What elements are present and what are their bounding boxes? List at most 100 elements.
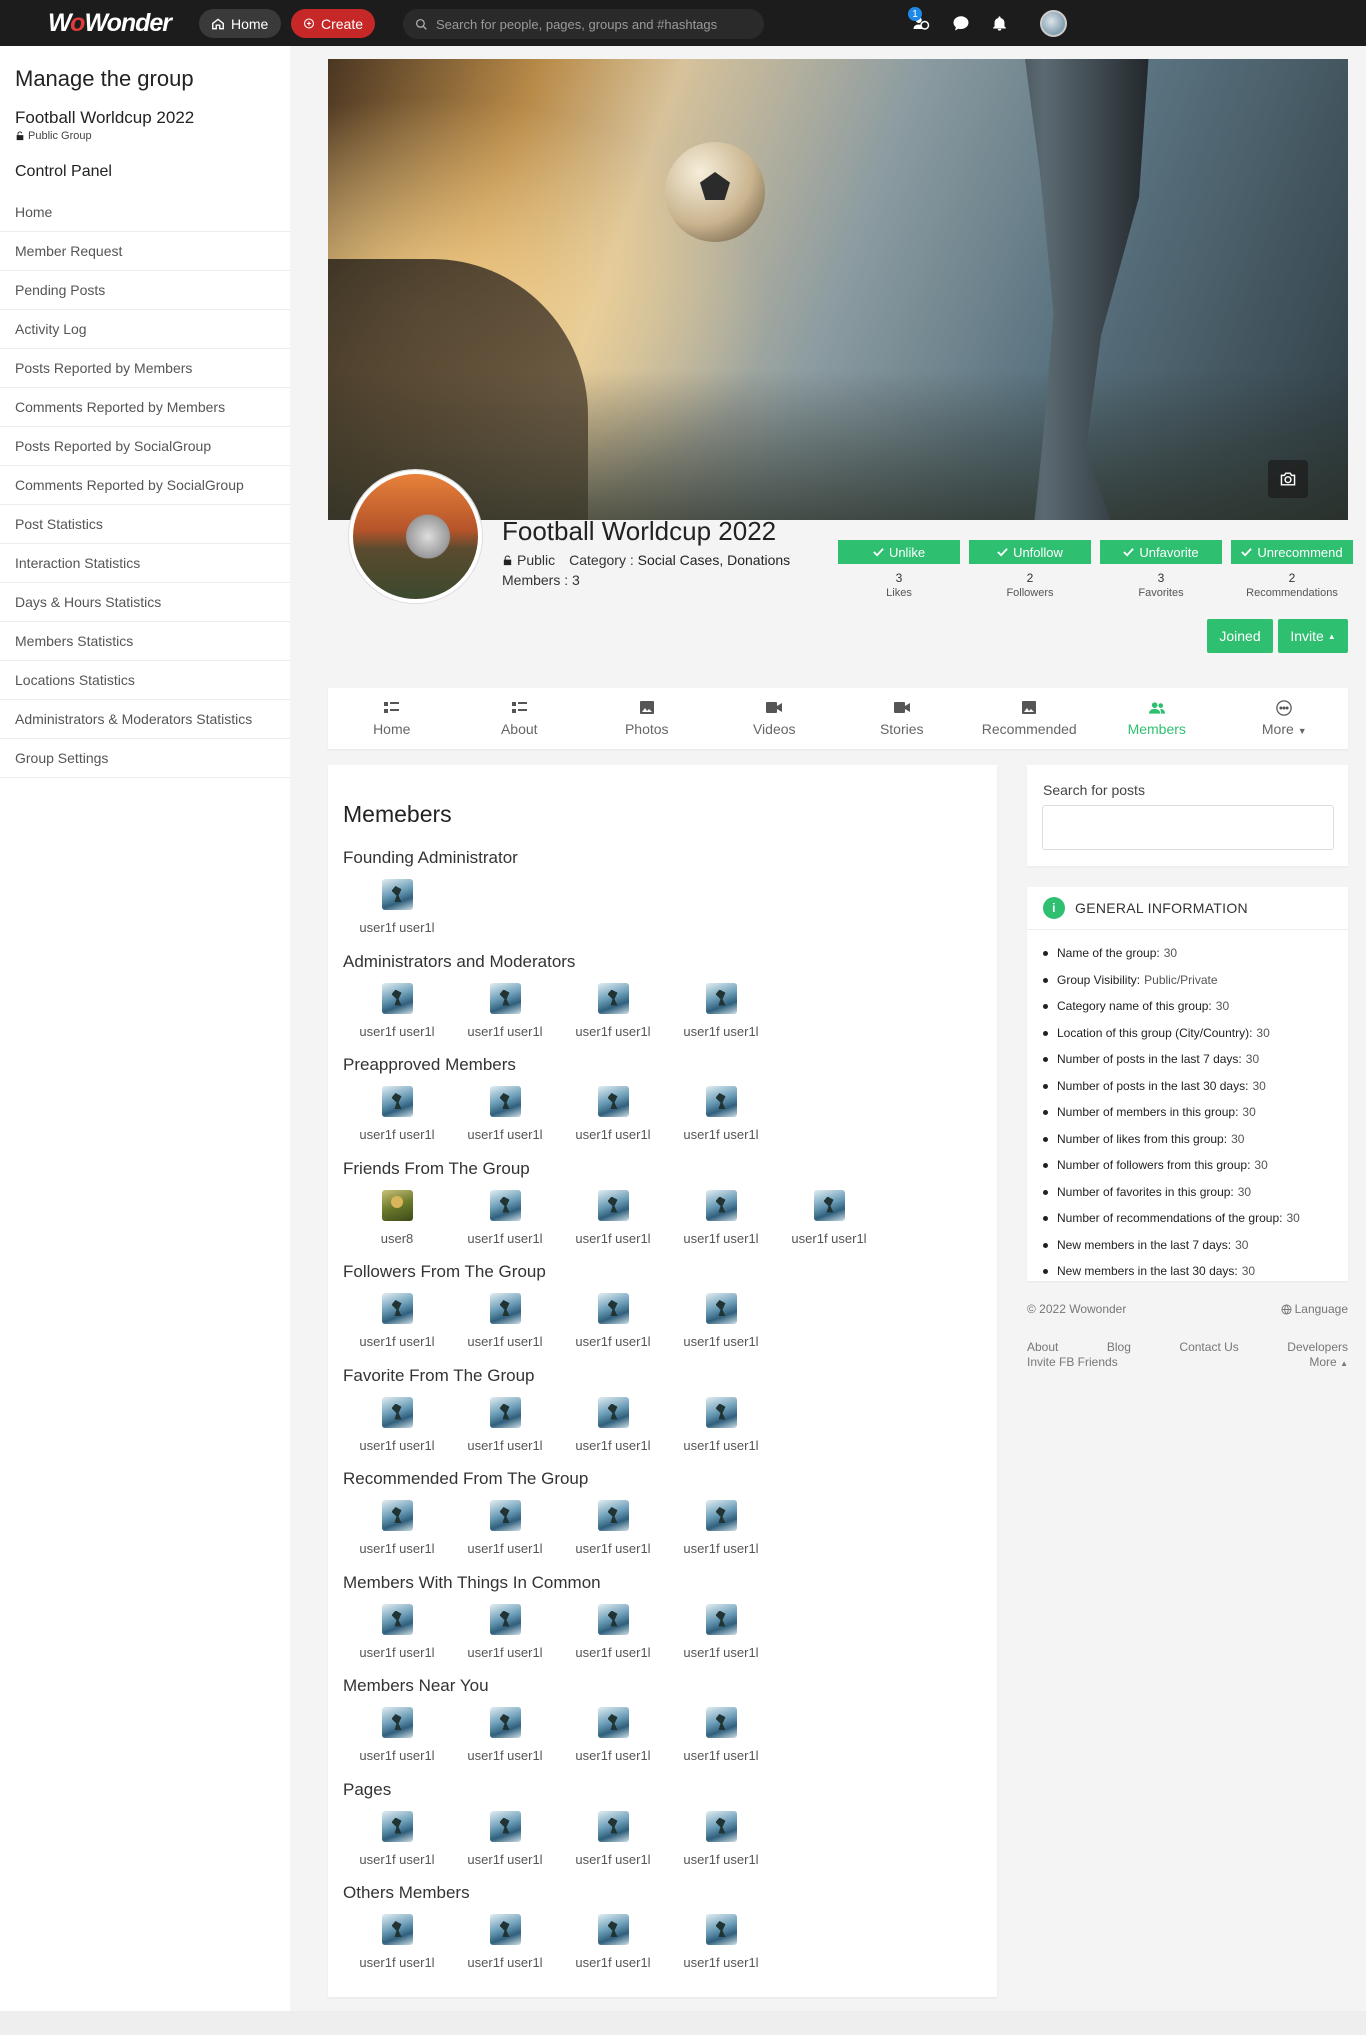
invite-button[interactable]: Invite ▲ xyxy=(1278,619,1348,653)
member-card[interactable]: user1f user1l xyxy=(343,1293,451,1349)
unfollow-button[interactable]: Unfollow xyxy=(969,540,1091,564)
member-avatar[interactable] xyxy=(489,1396,521,1428)
member-card[interactable]: user1f user1l xyxy=(343,1914,451,1970)
member-card[interactable]: user1f user1l xyxy=(343,1086,451,1142)
unrecommend-button[interactable]: Unrecommend xyxy=(1231,540,1353,564)
member-name[interactable]: user1f user1l xyxy=(451,1748,559,1763)
member-avatar[interactable] xyxy=(705,1500,737,1531)
member-name[interactable]: user1f user1l xyxy=(559,1748,667,1763)
sidebar-item-group-settings[interactable]: Group Settings xyxy=(0,739,290,778)
member-avatar[interactable] xyxy=(489,1707,521,1738)
member-avatar[interactable] xyxy=(381,1810,413,1842)
sidebar-item-post-statistics[interactable]: Post Statistics xyxy=(0,505,290,544)
member-name[interactable]: user1f user1l xyxy=(451,1334,559,1349)
member-avatar[interactable] xyxy=(597,982,629,1014)
tab-more[interactable]: More ▼ xyxy=(1221,688,1349,749)
member-avatar[interactable] xyxy=(597,1707,629,1738)
member-name[interactable]: user1f user1l xyxy=(559,1231,667,1246)
member-avatar[interactable] xyxy=(381,1189,413,1221)
member-avatar[interactable] xyxy=(597,1810,629,1842)
sidebar-item-members-statistics[interactable]: Members Statistics xyxy=(0,622,290,661)
member-avatar[interactable] xyxy=(705,1914,737,1945)
member-card[interactable]: user1f user1l xyxy=(559,1810,667,1867)
sidebar-item-home[interactable]: Home xyxy=(0,193,290,232)
member-avatar[interactable] xyxy=(381,1707,413,1738)
member-avatar[interactable] xyxy=(597,1603,629,1635)
member-card[interactable]: user1f user1l xyxy=(451,1603,559,1660)
member-card[interactable]: user8 xyxy=(343,1189,451,1246)
member-card[interactable]: user1f user1l xyxy=(343,1500,451,1556)
footer-link-about[interactable]: About xyxy=(1027,1340,1058,1354)
member-card[interactable]: user1f user1l xyxy=(343,1810,451,1867)
sidebar-item-posts-reported-socialgroup[interactable]: Posts Reported by SocialGroup xyxy=(0,427,290,466)
member-avatar[interactable] xyxy=(489,1914,521,1945)
member-avatar[interactable] xyxy=(381,982,413,1014)
avatar[interactable] xyxy=(1040,10,1067,37)
sidebar-item-comments-reported-socialgroup[interactable]: Comments Reported by SocialGroup xyxy=(0,466,290,505)
member-card[interactable]: user1f user1l xyxy=(559,1603,667,1660)
member-name[interactable]: user1f user1l xyxy=(451,1127,559,1142)
member-name[interactable]: user1f user1l xyxy=(667,1541,775,1556)
member-card[interactable]: user1f user1l xyxy=(559,1914,667,1970)
search-posts-input[interactable] xyxy=(1042,805,1334,850)
footer-link-blog[interactable]: Blog xyxy=(1107,1340,1131,1354)
member-name[interactable]: user1f user1l xyxy=(451,1852,559,1867)
member-name[interactable]: user1f user1l xyxy=(451,1955,559,1970)
sidebar-item-activity-log[interactable]: Activity Log xyxy=(0,310,290,349)
sidebar-item-admins-mods-statistics[interactable]: Administrators & Moderators Statistics xyxy=(0,700,290,739)
member-name[interactable]: user1f user1l xyxy=(343,1334,451,1349)
member-avatar[interactable] xyxy=(705,1810,737,1842)
language-button[interactable]: Language xyxy=(1281,1302,1348,1316)
footer-link-contact[interactable]: Contact Us xyxy=(1179,1340,1238,1354)
home-button[interactable]: Home xyxy=(199,9,281,38)
member-name[interactable]: user1f user1l xyxy=(667,1748,775,1763)
member-name[interactable]: user8 xyxy=(343,1231,451,1246)
member-avatar[interactable] xyxy=(705,1707,737,1738)
member-name[interactable]: user1f user1l xyxy=(559,1955,667,1970)
group-avatar[interactable] xyxy=(349,470,482,603)
search-input[interactable]: Search for people, pages, groups and #ha… xyxy=(403,9,764,39)
member-avatar[interactable] xyxy=(705,1189,737,1221)
member-card[interactable]: user1f user1l xyxy=(451,1396,559,1453)
member-card[interactable]: user1f user1l xyxy=(559,1707,667,1763)
member-name[interactable]: user1f user1l xyxy=(559,1127,667,1142)
member-name[interactable]: user1f user1l xyxy=(667,1024,775,1039)
member-card[interactable]: user1f user1l xyxy=(451,1810,559,1867)
member-avatar[interactable] xyxy=(489,1189,521,1221)
member-card[interactable]: user1f user1l xyxy=(343,879,451,935)
member-avatar[interactable] xyxy=(597,1914,629,1945)
sidebar-item-posts-reported-members[interactable]: Posts Reported by Members xyxy=(0,349,290,388)
member-name[interactable]: user1f user1l xyxy=(451,1541,559,1556)
member-name[interactable]: user1f user1l xyxy=(559,1541,667,1556)
member-name[interactable]: user1f user1l xyxy=(559,1438,667,1453)
tab-stories[interactable]: Stories xyxy=(838,688,966,749)
member-card[interactable]: user1f user1l xyxy=(559,1500,667,1556)
member-name[interactable]: user1f user1l xyxy=(559,1852,667,1867)
friend-requests-button[interactable]: 1 xyxy=(908,7,931,33)
member-card[interactable]: user1f user1l xyxy=(451,1086,559,1142)
member-card[interactable]: user1f user1l xyxy=(667,1810,775,1867)
member-name[interactable]: user1f user1l xyxy=(667,1645,775,1660)
joined-button[interactable]: Joined xyxy=(1207,619,1273,653)
unlike-button[interactable]: Unlike xyxy=(838,540,960,564)
sidebar-item-days-hours-statistics[interactable]: Days & Hours Statistics xyxy=(0,583,290,622)
member-avatar[interactable] xyxy=(381,1396,413,1428)
sidebar-item-member-request[interactable]: Member Request xyxy=(0,232,290,271)
member-name[interactable]: user1f user1l xyxy=(451,1024,559,1039)
member-avatar[interactable] xyxy=(597,1396,629,1428)
member-avatar[interactable] xyxy=(489,1810,521,1842)
group-category-value[interactable]: Social Cases, Donations xyxy=(638,552,791,568)
sidebar-group-name[interactable]: Football Worldcup 2022 xyxy=(15,108,194,128)
member-card[interactable]: user1f user1l xyxy=(559,1293,667,1349)
member-avatar[interactable] xyxy=(381,1293,413,1324)
tab-home[interactable]: Home xyxy=(328,688,456,749)
member-avatar[interactable] xyxy=(597,1500,629,1531)
member-avatar[interactable] xyxy=(705,1603,737,1635)
member-card[interactable]: user1f user1l xyxy=(667,1396,775,1453)
member-name[interactable]: user1f user1l xyxy=(343,1748,451,1763)
member-card[interactable]: user1f user1l xyxy=(343,1603,451,1660)
member-avatar[interactable] xyxy=(705,1293,737,1324)
create-button[interactable]: Create xyxy=(291,9,375,38)
member-card[interactable]: user1f user1l xyxy=(559,1396,667,1453)
footer-link-developers[interactable]: Developers xyxy=(1287,1340,1348,1354)
